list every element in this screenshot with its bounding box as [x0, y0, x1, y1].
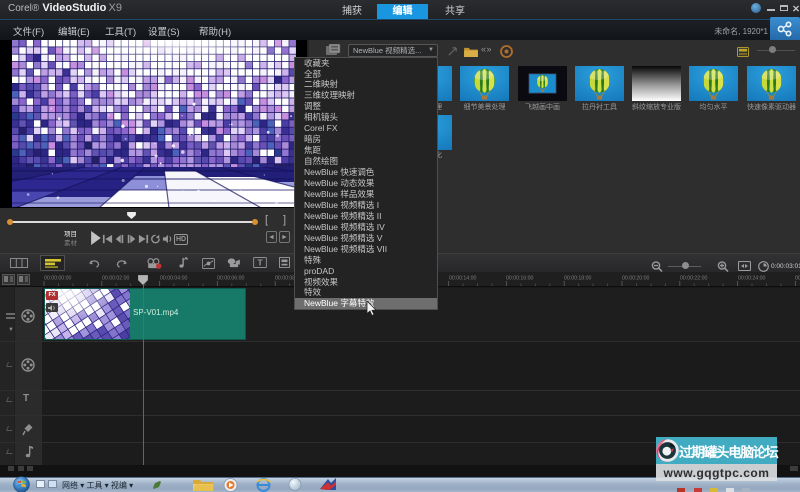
svg-text:00:00:26:00: 00:00:26:00 [795, 276, 800, 282]
svg-text:T: T [257, 257, 263, 267]
svg-text:00:00:02:00: 00:00:02:00 [102, 276, 130, 282]
svg-text:00:00:20:00: 00:00:20:00 [622, 276, 650, 282]
svg-text:00:00:16:00: 00:00:16:00 [506, 276, 534, 282]
svg-text:00:00:06:00: 00:00:06:00 [217, 276, 245, 282]
svg-text:00:00:14:00: 00:00:14:00 [449, 276, 477, 282]
svg-text:00:00:18:00: 00:00:18:00 [564, 276, 592, 282]
svg-text:00:00:22:00: 00:00:22:00 [680, 276, 708, 282]
svg-text:00:00:00:00: 00:00:00:00 [44, 276, 72, 282]
svg-text:00:00:04:00: 00:00:04:00 [160, 276, 188, 282]
svg-text:00:00:24:00: 00:00:24:00 [738, 276, 766, 282]
